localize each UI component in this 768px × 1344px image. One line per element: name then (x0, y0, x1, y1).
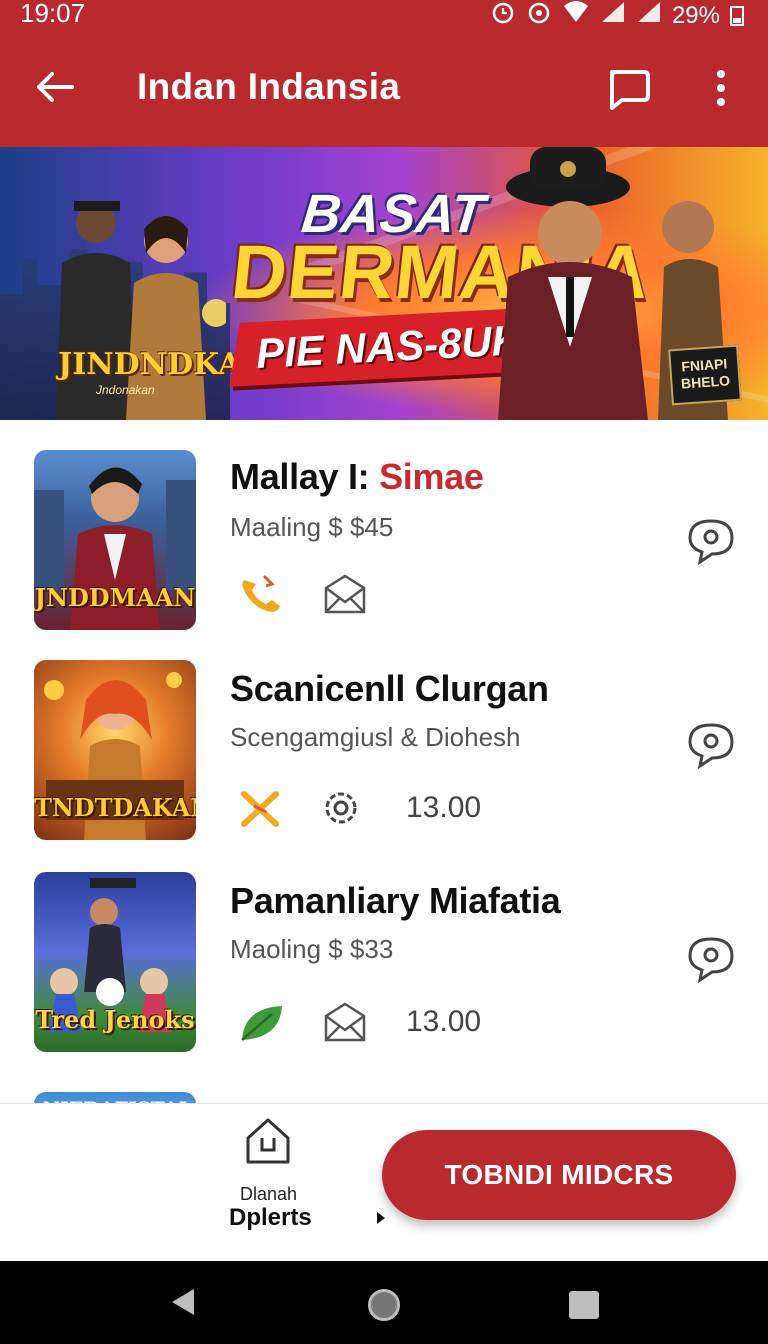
play-arrow-icon (377, 1212, 385, 1224)
nav-sub-label[interactable]: Dplerts (229, 1204, 312, 1232)
bottom-panel: Dlanah Dplerts TOBNDI MIDCRS (0, 1103, 768, 1261)
system-back-button[interactable] (172, 1289, 194, 1315)
gear-icon[interactable] (320, 786, 370, 830)
item-title-accent: Simae (379, 456, 484, 497)
status-icons: 29% (490, 0, 744, 32)
promo-banner[interactable]: JINDNDKAN Jndonakan BASAT DERMANIA PIE N… (0, 147, 768, 420)
alarm-clock-icon (526, 0, 552, 32)
system-home-button[interactable] (368, 1289, 400, 1321)
thumbnail-label: JNDDMAAN (34, 583, 196, 612)
leaf-icon[interactable] (236, 1000, 286, 1044)
item-title-main: Scanicenll Clurgan (230, 668, 549, 709)
message-button[interactable] (686, 516, 736, 566)
item-actions: 13.00 (236, 1000, 481, 1044)
message-button[interactable] (686, 720, 736, 770)
chat-icon (610, 70, 650, 110)
list-item[interactable]: JNDDMAAN Mallay I: Simae Maaling $ $45 (0, 448, 768, 648)
banner-badge: FNIAPI BHELO (668, 344, 742, 406)
thumbnail-label: TNDTDAKAN (34, 793, 196, 822)
chat-bubble-icon (688, 519, 734, 566)
alarm-icon (490, 0, 516, 32)
game-thumbnail[interactable]: TNDTDAKAN (34, 660, 196, 840)
item-subtitle: Scengamgiusl & Diohesh (230, 722, 521, 752)
game-thumbnail[interactable]: Tred Jenoks (34, 872, 196, 1052)
status-time: 19:07 (20, 0, 86, 28)
app-bar: Indan Indansia (0, 40, 768, 140)
list-item[interactable]: TNDTDAKAN Scanicenll Clurgan Scengamgius… (0, 658, 768, 858)
primary-cta-button[interactable]: TOBNDI MIDCRS (382, 1130, 736, 1220)
overflow-menu-button[interactable] (704, 64, 738, 114)
status-bar: 19:07 29% (0, 0, 768, 30)
item-title: Scanicenll Clurgan (230, 668, 549, 710)
thumbnail-label: Tred Jenoks (35, 1005, 195, 1034)
game-thumbnail[interactable]: JNDDMAAN (34, 450, 196, 630)
chat-bubble-icon (688, 723, 734, 770)
item-title: Mallay I: Simae (230, 456, 484, 498)
sparkle-icon[interactable] (236, 786, 286, 830)
list-item[interactable]: Tred Jenoks Pamanliary Miafatia Maoling … (0, 872, 768, 1072)
item-title-main: Pamanliary Miafatia (230, 880, 561, 921)
wifi-icon (562, 0, 590, 31)
message-button[interactable] (686, 934, 736, 984)
chat-bubble-icon (688, 937, 734, 984)
item-price: 13.00 (406, 1005, 482, 1038)
back-button[interactable] (30, 62, 80, 112)
battery-icon (730, 5, 744, 26)
phone-icon[interactable] (236, 572, 286, 616)
nav-home-label: Dlanah (240, 1184, 298, 1204)
mail-icon[interactable] (320, 1000, 370, 1044)
item-subtitle: Maaling $ $45 (230, 512, 394, 542)
battery-percent: 29% (671, 1, 720, 29)
arrow-left-icon (37, 72, 74, 102)
signal-2-icon (636, 0, 662, 31)
item-actions: 13.00 (236, 786, 481, 830)
item-price: 13.00 (406, 791, 482, 824)
system-recents-button[interactable] (569, 1291, 599, 1319)
item-subtitle: Maoling $ $33 (230, 934, 394, 964)
item-actions (236, 572, 404, 616)
top-app-bar: 19:07 29% Indan Indansia (0, 0, 768, 147)
more-vert-icon (717, 70, 725, 106)
signal-icon (600, 0, 626, 31)
item-title: Pamanliary Miafatia (230, 880, 561, 922)
banner-game-logo-sub: Jndonakan (96, 383, 155, 397)
chat-button[interactable] (602, 62, 654, 114)
page-title: Indan Indansia (137, 66, 401, 107)
item-title-main: Mallay I: (230, 456, 370, 497)
system-nav-bar (0, 1261, 768, 1344)
home-icon (246, 1118, 290, 1164)
mail-icon[interactable] (320, 572, 370, 616)
